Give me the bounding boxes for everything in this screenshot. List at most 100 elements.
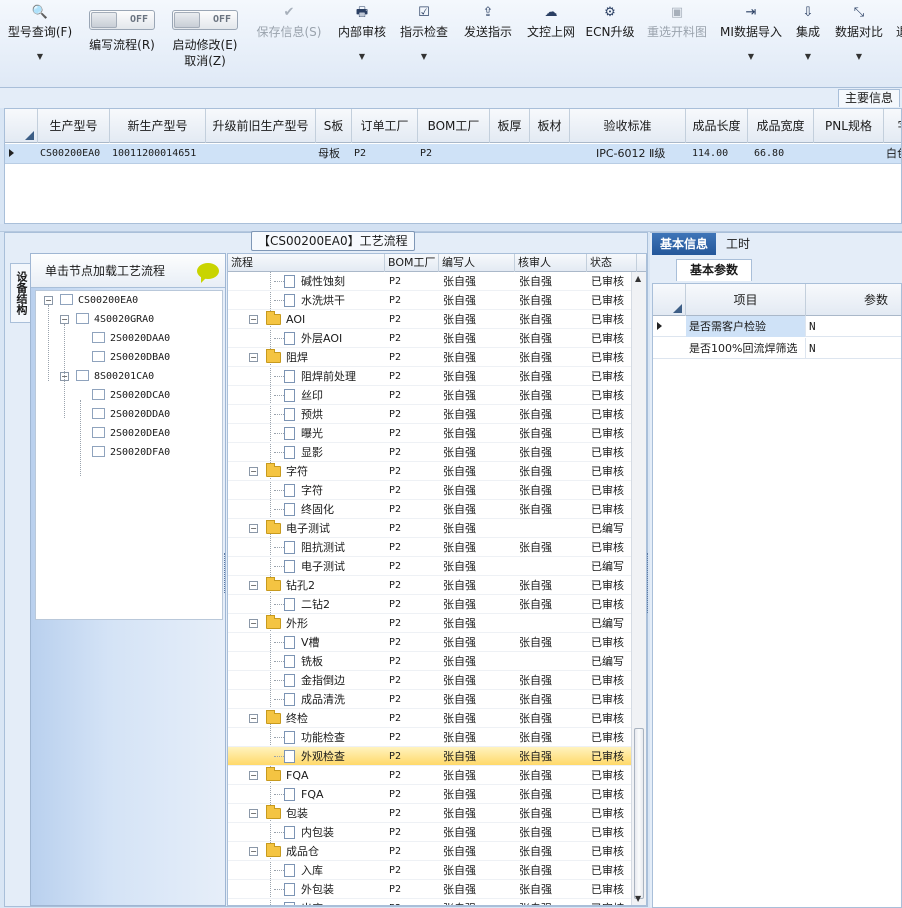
table-row[interactable]: 阻焊前处理 P2 张自强 张自强 已审核 [228, 367, 632, 386]
toolbar-button-4[interactable]: 🖶 内部审核 ▼ [332, 0, 392, 88]
params-col-item[interactable]: 项目 [686, 284, 806, 316]
collapse-icon[interactable]: − [249, 809, 258, 818]
grid-cell-acceptance-std[interactable]: IPC-6012 Ⅱ级 [572, 144, 686, 164]
chevron-down-icon[interactable]: ▼ [830, 52, 888, 61]
chevron-down-icon[interactable]: ▼ [396, 52, 452, 61]
col-header-length[interactable]: 成品长度 [686, 109, 748, 143]
collapse-icon[interactable]: − [249, 467, 258, 476]
chevron-down-icon[interactable]: ▼ [792, 52, 824, 61]
scroll-up-icon[interactable]: ▲ [635, 274, 641, 283]
toolbar-button-11[interactable]: ⇩ 集成 ▼ [792, 0, 824, 88]
chevron-down-icon[interactable]: ▼ [332, 52, 392, 61]
col-header-writer[interactable]: 编写人 [439, 254, 515, 272]
grid-cell-pnl-spec[interactable] [816, 144, 884, 164]
table-row[interactable]: − AOI P2 张自强 张自强 已审核 [228, 310, 632, 329]
table-row[interactable]: 显影 P2 张自强 张自强 已审核 [228, 443, 632, 462]
col-header-order-factory[interactable]: 订单工厂 [352, 109, 418, 143]
col-header-flow[interactable]: 流程 [228, 254, 385, 272]
param-value-cell[interactable]: N [806, 338, 901, 359]
toolbar-button-8[interactable]: ⚙ ECN升级 [584, 0, 636, 88]
collapse-icon[interactable]: − [60, 315, 69, 324]
toggle-switch-icon[interactable]: OFF [172, 10, 238, 30]
tab-main-info[interactable]: 主要信息 [837, 89, 900, 107]
grid-cell-width[interactable]: 66.80 [750, 144, 814, 164]
table-row[interactable]: 外观检查 P2 张自强 张自强 已审核 [228, 747, 632, 766]
tab-basic-params[interactable]: 基本参数 [676, 259, 752, 281]
collapse-icon[interactable]: − [249, 524, 258, 533]
toolbar-button-6[interactable]: ⇪ 发送指示 [458, 0, 518, 88]
collapse-icon[interactable]: − [249, 353, 258, 362]
tab-basic-info[interactable]: 基本信息 [652, 233, 716, 255]
table-row[interactable]: 出库P2张自强张自强已审核 [228, 899, 632, 905]
tree-node[interactable]: 2S0020DFA0 [92, 445, 170, 461]
table-row[interactable]: 字符 P2 张自强 张自强 已审核 [228, 481, 632, 500]
grid-cell-length[interactable]: 114.00 [688, 144, 748, 164]
col-header-old-prod-model[interactable]: 升级前旧生产型号 [206, 109, 316, 143]
table-row[interactable]: 内包装 P2 张自强 张自强 已审核 [228, 823, 632, 842]
params-col-value[interactable]: 参数 [806, 284, 902, 316]
table-row[interactable]: 阻抗测试 P2 张自强 张自强 已审核 [228, 538, 632, 557]
table-row[interactable]: CS00200EA0 10011200014651 母板 P2 P2 IPC-6012 Ⅱ… [5, 144, 901, 164]
table-row[interactable]: 铣板 P2 张自强 已编写 [228, 652, 632, 671]
table-row[interactable]: 外层AOI P2 张自强 张自强 已审核 [228, 329, 632, 348]
toolbar-button-3[interactable]: ✔ 保存信息(S) [252, 0, 326, 88]
table-row[interactable]: − 终检 P2 张自强 张自强 已审核 [228, 709, 632, 728]
collapse-icon[interactable]: − [249, 619, 258, 628]
col-header-acceptance-std[interactable]: 验收标准 [570, 109, 686, 143]
collapse-icon[interactable]: − [249, 714, 258, 723]
tree-node[interactable]: 2S0020DCA0 [92, 388, 170, 404]
tree-node[interactable]: 2S0020DAA0 [92, 331, 170, 347]
table-row[interactable]: − 成品仓 P2 张自强 张自强 已审核 [228, 842, 632, 861]
tab-device-structure[interactable]: 设备结构 [10, 263, 30, 323]
col-header-status[interactable]: 状态 [587, 254, 637, 272]
table-row[interactable]: − FQA P2 张自强 张自强 已审核 [228, 766, 632, 785]
col-header-bom-factory[interactable]: BOM工厂 [385, 254, 439, 272]
toolbar-button-10[interactable]: ⇥ MI数据导入 ▼ [716, 0, 786, 88]
grid-cell-more[interactable]: 白色 [886, 144, 901, 164]
scroll-down-icon[interactable]: ▼ [635, 894, 641, 903]
chevron-down-icon[interactable]: ▼ [2, 52, 78, 61]
toolbar-button-7[interactable]: ☁ 文控上网 [522, 0, 580, 88]
table-row[interactable]: 外包装 P2 张自强 张自强 已审核 [228, 880, 632, 899]
col-header-prod-model[interactable]: 生产型号 [38, 109, 110, 143]
chevron-down-icon[interactable]: ▼ [716, 52, 786, 61]
table-row[interactable]: 水洗烘干 P2 张自强 张自强 已审核 [228, 291, 632, 310]
table-row[interactable]: 入库 P2 张自强 张自强 已审核 [228, 861, 632, 880]
col-header-new-prod-model[interactable]: 新生产型号 [110, 109, 206, 143]
col-header-s-board[interactable]: S板 [316, 109, 352, 143]
col-header-more[interactable]: 字 [884, 109, 901, 143]
table-row[interactable]: 是否100%回流焊筛选 N [653, 338, 901, 359]
table-row[interactable]: 曝光 P2 张自强 张自强 已审核 [228, 424, 632, 443]
table-row[interactable]: V槽 P2 张自强 张自强 已审核 [228, 633, 632, 652]
col-header-pnl-spec[interactable]: PNL规格 [814, 109, 884, 143]
toggle-switch-icon[interactable]: OFF [89, 10, 155, 30]
grid-cell-order-factory[interactable]: P2 [354, 144, 418, 164]
table-row[interactable]: FQA P2 张自强 张自强 已审核 [228, 785, 632, 804]
tree-node[interactable]: 2S0020DEA0 [92, 426, 170, 442]
grid-cell-thickness[interactable] [492, 144, 530, 164]
table-row[interactable]: 终固化 P2 张自强 张自强 已审核 [228, 500, 632, 519]
param-value-cell[interactable]: N [806, 316, 901, 337]
col-header-width[interactable]: 成品宽度 [748, 109, 814, 143]
table-row[interactable]: 金指倒边 P2 张自强 张自强 已审核 [228, 671, 632, 690]
table-row[interactable]: 二钻2 P2 张自强 张自强 已审核 [228, 595, 632, 614]
table-row[interactable]: 碱性蚀刻 P2 张自强 张自强 已审核 [228, 272, 632, 291]
collapse-icon[interactable]: − [249, 847, 258, 856]
table-row[interactable]: − 外形 P2 张自强 已编写 [228, 614, 632, 633]
splitter[interactable] [0, 224, 902, 232]
toolbar-button-0[interactable]: 🔍 型号查询(F) ▼ [2, 0, 78, 88]
col-header-thickness[interactable]: 板厚 [490, 109, 530, 143]
table-row[interactable]: − 阻焊 P2 张自强 张自强 已审核 [228, 348, 632, 367]
tab-work-hours[interactable]: 工时 [726, 233, 750, 255]
tree-node[interactable]: 2S0020DDA0 [92, 407, 170, 423]
tree-node[interactable]: 8S00201CA0 [76, 369, 154, 385]
collapse-icon[interactable]: − [44, 296, 53, 305]
grid-cell-new-prod-model[interactable]: 10011200014651 [112, 144, 206, 164]
collapse-icon[interactable]: − [249, 315, 258, 324]
table-row[interactable]: − 电子测试 P2 张自强 已编写 [228, 519, 632, 538]
toolbar-button-13[interactable]: 退 [892, 0, 902, 88]
collapse-icon[interactable]: − [249, 581, 258, 590]
table-row[interactable]: 丝印 P2 张自强 张自强 已审核 [228, 386, 632, 405]
scrollbar-thumb[interactable] [634, 728, 644, 899]
grid-cell-s-board[interactable]: 母板 [318, 144, 352, 164]
